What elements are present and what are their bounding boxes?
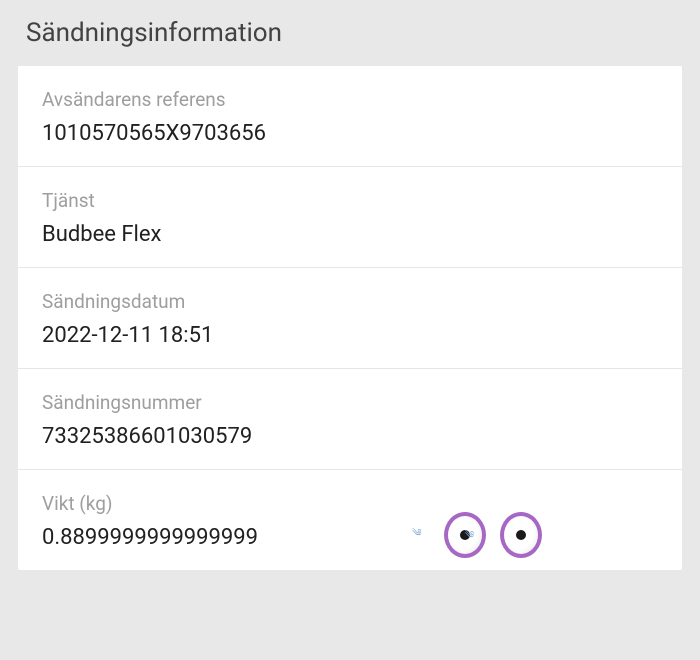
- label-sender-reference: Avsändarens referens: [42, 88, 658, 111]
- label-weight: Vikt (kg): [42, 492, 658, 515]
- eye-icon: [500, 512, 542, 558]
- row-sender-reference: Avsändarens referens 1010570565X9703656: [18, 66, 682, 167]
- label-shipment-number: Sändningsnummer: [42, 391, 658, 414]
- label-service: Tjänst: [42, 189, 658, 212]
- row-service: Tjänst Budbee Flex: [18, 167, 682, 268]
- value-shipment-number: 73325386601030579: [42, 424, 658, 449]
- eyes-emoji-icon: ༄ ༄: [444, 512, 542, 558]
- tear-icon: ༄: [464, 524, 474, 552]
- info-card: Avsändarens referens 1010570565X9703656 …: [18, 66, 682, 570]
- value-shipment-date: 2022-12-11 18:51: [42, 323, 658, 348]
- section-title: Sändningsinformation: [18, 0, 682, 66]
- value-service: Budbee Flex: [42, 222, 658, 247]
- row-shipment-number: Sändningsnummer 73325386601030579: [18, 369, 682, 470]
- row-shipment-date: Sändningsdatum 2022-12-11 18:51: [18, 268, 682, 369]
- row-weight: Vikt (kg) 0.8899999999999999 ༄ ༄: [18, 470, 682, 570]
- tear-icon: ༄: [412, 522, 422, 550]
- value-weight: 0.8899999999999999: [42, 525, 658, 550]
- label-shipment-date: Sändningsdatum: [42, 290, 658, 313]
- value-sender-reference: 1010570565X9703656: [42, 121, 658, 146]
- shipment-info-container: Sändningsinformation Avsändarens referen…: [0, 0, 700, 588]
